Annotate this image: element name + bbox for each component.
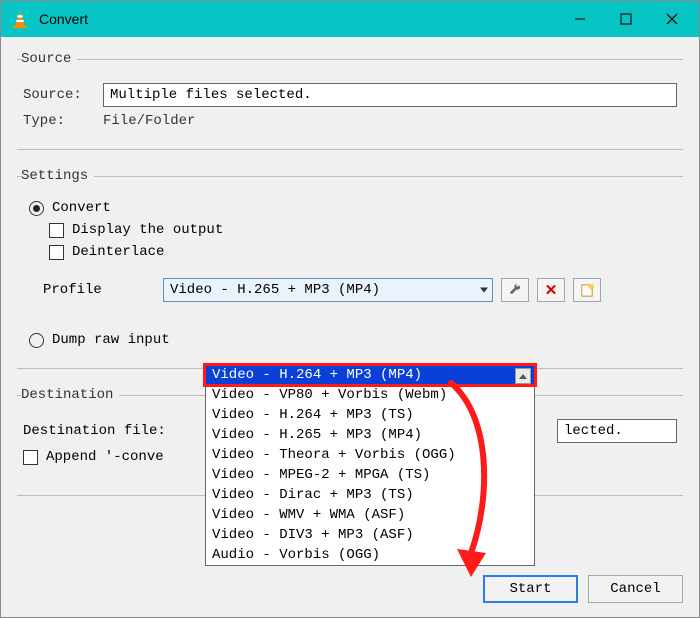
vlc-cone-icon [9, 8, 31, 30]
close-button[interactable] [649, 1, 695, 37]
settings-group: Settings Convert Display the output Dein… [17, 168, 683, 369]
new-profile-icon [580, 283, 595, 298]
checkbox-unchecked-icon [49, 223, 64, 238]
destination-legend: Destination [21, 387, 119, 403]
convert-radio[interactable]: Convert [29, 200, 677, 216]
start-button[interactable]: Start [483, 575, 578, 603]
type-value: File/Folder [103, 113, 195, 129]
new-profile-button[interactable] [573, 278, 601, 302]
dump-raw-radio[interactable]: Dump raw input [29, 332, 677, 348]
deinterlace-label: Deinterlace [72, 244, 164, 260]
maximize-button[interactable] [603, 1, 649, 37]
dropdown-item[interactable]: Video - H.264 + MP3 (TS) [206, 405, 534, 425]
scroll-up-button[interactable] [515, 368, 531, 384]
edit-profile-button[interactable] [501, 278, 529, 302]
source-legend: Source [21, 51, 77, 67]
display-output-label: Display the output [72, 222, 223, 238]
radio-checked-icon [29, 201, 44, 216]
destination-file-label: Destination file: [23, 423, 183, 439]
dropdown-item[interactable]: Video - H.265 + MP3 (MP4) [206, 425, 534, 445]
dropdown-item[interactable]: Audio - Vorbis (OGG) [206, 545, 534, 565]
checkbox-unchecked-icon [23, 450, 38, 465]
delete-icon: ✕ [545, 281, 558, 299]
wrench-icon [508, 283, 523, 298]
convert-radio-label: Convert [52, 200, 111, 216]
type-label: Type: [23, 113, 103, 129]
dropdown-item-selected[interactable]: Video - H.264 + MP3 (MP4) [206, 365, 534, 385]
source-group: Source Source: Type: File/Folder [17, 51, 683, 150]
dialog-footer: Start Cancel [483, 575, 683, 603]
profile-label: Profile [43, 282, 163, 298]
radio-unchecked-icon [29, 333, 44, 348]
titlebar: Convert [1, 1, 699, 37]
dropdown-item[interactable]: Video - VP80 + Vorbis (Webm) [206, 385, 534, 405]
destination-file-input[interactable] [557, 419, 677, 443]
dropdown-item[interactable]: Video - WMV + WMA (ASF) [206, 505, 534, 525]
delete-profile-button[interactable]: ✕ [537, 278, 565, 302]
settings-legend: Settings [21, 168, 94, 184]
dropdown-item[interactable]: Video - Theora + Vorbis (OGG) [206, 445, 534, 465]
profile-dropdown-list[interactable]: Video - H.264 + MP3 (MP4) Video - VP80 +… [205, 364, 535, 566]
checkbox-unchecked-icon [49, 245, 64, 260]
window-title: Convert [39, 11, 557, 27]
chevron-down-icon [480, 288, 488, 293]
dropdown-item[interactable]: Video - Dirac + MP3 (TS) [206, 485, 534, 505]
convert-dialog: Convert Source Source: Type: File/Folder… [0, 0, 700, 618]
dropdown-item[interactable]: Video - MPEG-2 + MPGA (TS) [206, 465, 534, 485]
display-output-checkbox[interactable]: Display the output [49, 222, 677, 238]
append-converted-label: Append '-conve [46, 449, 164, 465]
deinterlace-checkbox[interactable]: Deinterlace [49, 244, 677, 260]
profile-combobox[interactable]: Video - H.265 + MP3 (MP4) [163, 278, 493, 302]
profile-selected-value: Video - H.265 + MP3 (MP4) [170, 282, 380, 298]
source-label: Source: [23, 87, 103, 103]
source-input[interactable] [103, 83, 677, 107]
dropdown-item[interactable]: Video - DIV3 + MP3 (ASF) [206, 525, 534, 545]
dump-raw-label: Dump raw input [52, 332, 170, 348]
minimize-button[interactable] [557, 1, 603, 37]
cancel-button[interactable]: Cancel [588, 575, 683, 603]
